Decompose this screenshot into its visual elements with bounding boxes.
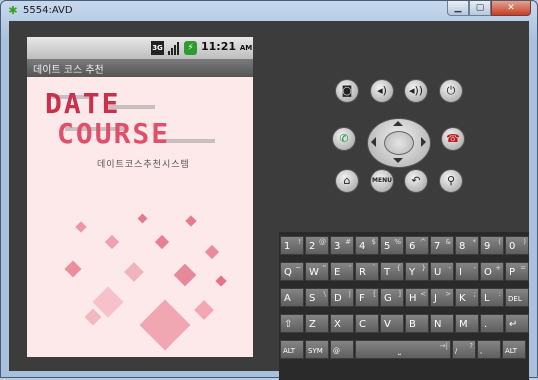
- key-s[interactable]: S \: [305, 288, 329, 307]
- volume-down-icon[interactable]: ◂): [370, 79, 394, 103]
- key-w[interactable]: W ": [305, 262, 329, 281]
- search-icon[interactable]: ⚲: [439, 169, 463, 193]
- hearts-illustration: [27, 207, 253, 357]
- key-alt-left[interactable]: ALT: [280, 340, 304, 359]
- key-x[interactable]: X: [330, 314, 354, 333]
- dpad-up-icon[interactable]: [393, 121, 403, 126]
- clock: 11:21 AM: [201, 40, 253, 53]
- key-d[interactable]: D |: [330, 288, 354, 307]
- volume-up-icon[interactable]: ◂)): [404, 79, 428, 103]
- end-call-icon[interactable]: ☎: [441, 127, 465, 151]
- key-k[interactable]: K;: [455, 288, 479, 307]
- key-m[interactable]: M: [455, 314, 479, 333]
- key-e[interactable]: E ': [330, 262, 354, 281]
- key-7[interactable]: 7 &: [430, 236, 454, 255]
- dpad-left-icon[interactable]: [371, 137, 376, 147]
- logo-line-2: COURSE: [57, 117, 171, 150]
- window-controls: ▁ ▢ ✕: [447, 1, 531, 17]
- close-button[interactable]: ✕: [491, 1, 531, 16]
- key-j[interactable]: J >: [430, 288, 454, 307]
- power-icon[interactable]: ⏻: [439, 79, 463, 103]
- key-g[interactable]: G]: [380, 288, 404, 307]
- key-space[interactable]: ⎵ →|: [355, 340, 451, 359]
- maximize-button[interactable]: ▢: [469, 1, 491, 16]
- key-a[interactable]: A: [280, 288, 304, 307]
- key-p[interactable]: P =: [505, 262, 529, 281]
- emulator-window: ✱ 5554:AVD ▁ ▢ ✕ 3G ⚡ 11:21 AM 데이트 코스 추천: [0, 0, 538, 380]
- key-o[interactable]: O +: [480, 262, 504, 281]
- dpad-right-icon[interactable]: [421, 137, 426, 147]
- keyboard: 1! 2 @3 #4 $5% 6 ^ 7 & 8 * 9(0) Q ~ W " E ' R ` T{Y} U - I - O + P =…: [279, 232, 529, 380]
- key-z[interactable]: Z: [305, 314, 329, 333]
- key-4[interactable]: 4 $: [355, 236, 379, 255]
- key-comma[interactable]: ,: [477, 340, 501, 359]
- app-icon: ✱: [8, 4, 18, 17]
- key-b[interactable]: B: [405, 314, 429, 333]
- signal-icon: [167, 41, 180, 55]
- key-alt-right[interactable]: ALT: [502, 340, 526, 359]
- key-n[interactable]: N: [430, 314, 454, 333]
- key-t[interactable]: T{: [380, 262, 404, 281]
- key-6[interactable]: 6 ^: [405, 236, 429, 255]
- title-bar[interactable]: ✱ 5554:AVD ▁ ▢ ✕: [1, 1, 537, 21]
- key-2[interactable]: 2 @: [305, 236, 329, 255]
- call-icon[interactable]: ✆: [332, 127, 356, 151]
- dpad-center[interactable]: [384, 131, 414, 155]
- key-at[interactable]: @: [330, 340, 354, 359]
- app-title-bar: 데이트 코스 추천: [27, 59, 253, 77]
- key-3[interactable]: 3 #: [330, 236, 354, 255]
- network-3g-icon: 3G: [151, 41, 164, 55]
- key-q[interactable]: Q ~: [280, 262, 304, 281]
- key-enter[interactable]: ↵: [505, 314, 529, 333]
- key-slash[interactable]: /?: [452, 340, 476, 359]
- key-i[interactable]: I-: [455, 262, 479, 281]
- date-course-logo: DATE COURSE: [45, 87, 235, 159]
- menu-button[interactable]: MENU: [370, 169, 394, 193]
- key-shift[interactable]: ⇧: [280, 314, 304, 333]
- app-title: 데이트 코스 추천: [33, 65, 104, 76]
- key-f[interactable]: F[: [355, 288, 379, 307]
- key-8[interactable]: 8 *: [455, 236, 479, 255]
- logo-subtitle: 데이트코스추천시스템: [97, 160, 190, 170]
- device-screen[interactable]: 3G ⚡ 11:21 AM 데이트 코스 추천 DATE COURSE 데이트코…: [27, 37, 253, 357]
- key-y[interactable]: Y}: [405, 262, 429, 281]
- key-u[interactable]: U-: [430, 262, 454, 281]
- key-sym[interactable]: SYM: [305, 340, 329, 359]
- app-content[interactable]: DATE COURSE 데이트코스추천시스템: [27, 77, 253, 357]
- minimize-button[interactable]: ▁: [447, 1, 469, 16]
- key-0[interactable]: 0): [505, 236, 529, 255]
- key-5[interactable]: 5%: [380, 236, 404, 255]
- back-icon[interactable]: ↶: [404, 169, 428, 193]
- key-v[interactable]: V: [380, 314, 404, 333]
- camera-icon[interactable]: ◙: [335, 79, 359, 103]
- dpad-down-icon[interactable]: [393, 158, 403, 163]
- key-del[interactable]: DEL: [505, 288, 529, 307]
- key-9[interactable]: 9(: [480, 236, 504, 255]
- home-icon[interactable]: ⌂: [335, 169, 359, 193]
- battery-icon: ⚡: [184, 41, 197, 55]
- key-r[interactable]: R `: [355, 262, 379, 281]
- key-.[interactable]: .: [480, 314, 504, 333]
- window-title: 5554:AVD: [23, 5, 73, 16]
- key-l[interactable]: L:: [480, 288, 504, 307]
- key-1[interactable]: 1!: [280, 236, 304, 255]
- key-c[interactable]: C: [355, 314, 379, 333]
- key-h[interactable]: H <: [405, 288, 429, 307]
- status-bar: 3G ⚡ 11:21 AM: [27, 37, 253, 59]
- logo-line-1: DATE: [45, 87, 121, 120]
- emulator-body: 3G ⚡ 11:21 AM 데이트 코스 추천 DATE COURSE 데이트코…: [9, 21, 529, 380]
